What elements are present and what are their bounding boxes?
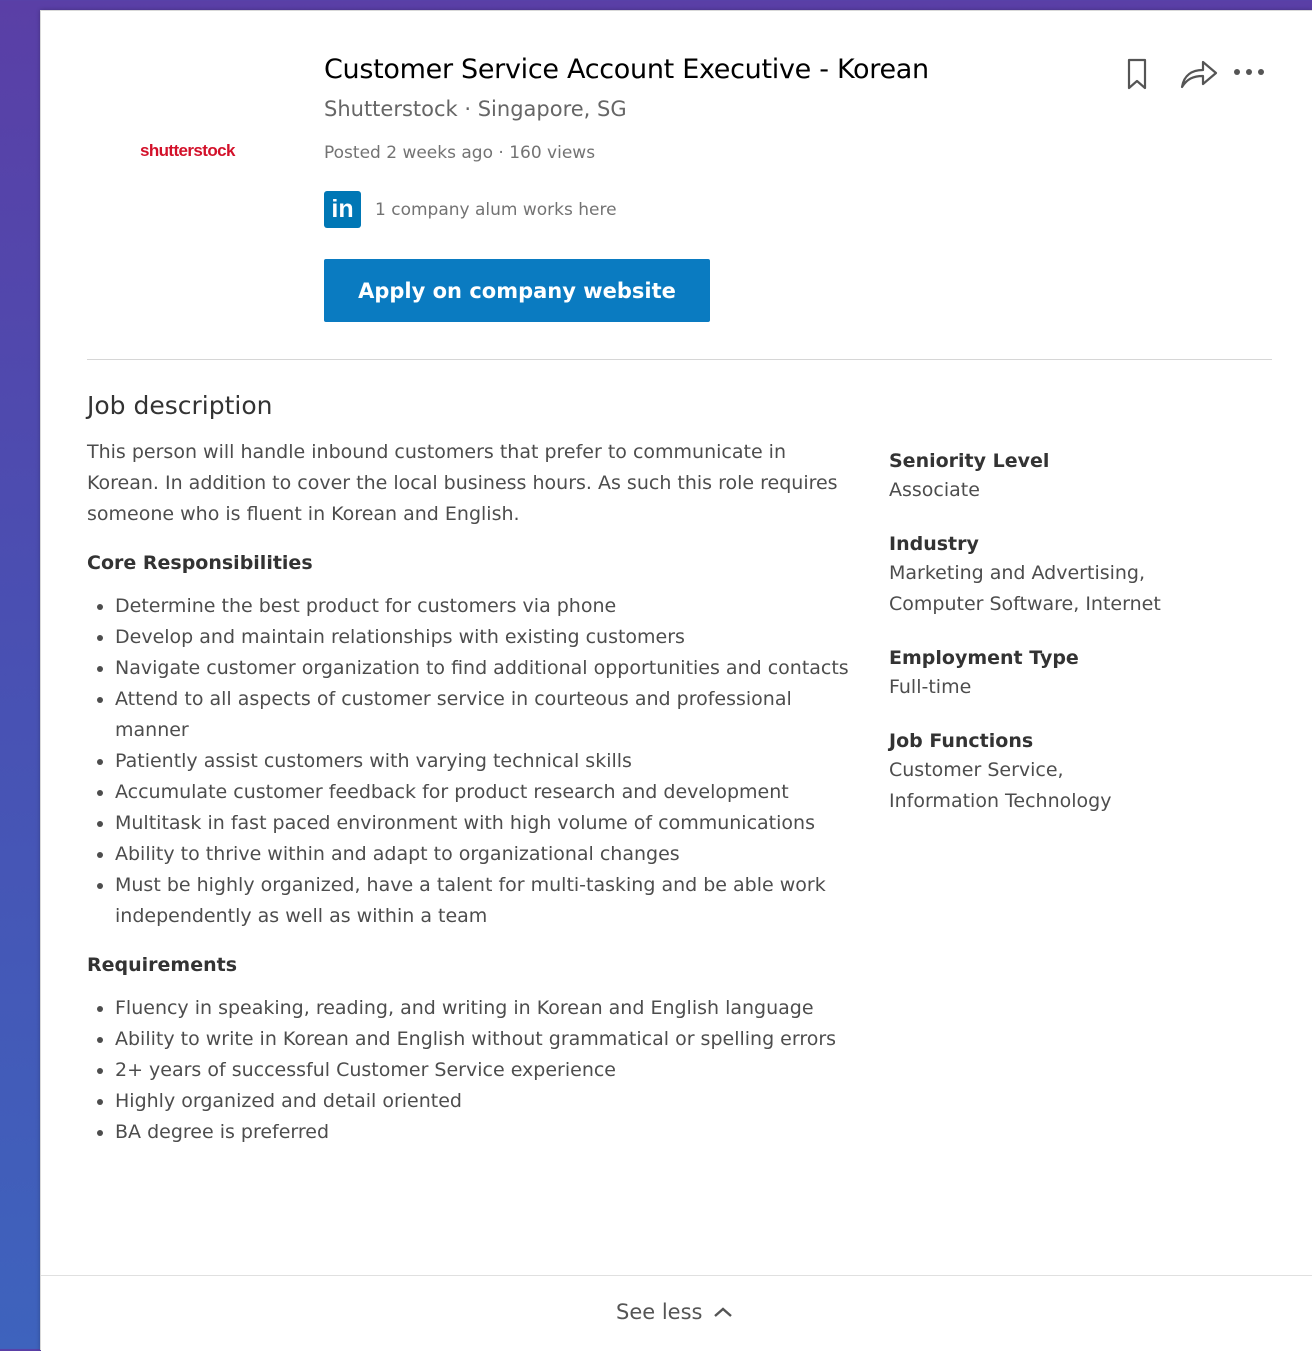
list-item: Highly organized and detail oriented bbox=[115, 1086, 857, 1117]
see-less-label: See less bbox=[616, 1300, 703, 1324]
section-divider bbox=[87, 359, 1272, 360]
criteria-value: Marketing and Advertising, Computer Soft… bbox=[889, 562, 1161, 615]
linkedin-icon: in bbox=[324, 191, 361, 228]
responsibilities-list: Determine the best product for customers… bbox=[87, 591, 857, 932]
job-title: Customer Service Account Executive - Kor… bbox=[324, 54, 929, 85]
list-item: Navigate customer organization to find a… bbox=[115, 653, 857, 684]
alum-badge: in 1 company alum works here bbox=[324, 191, 617, 228]
criteria-label: Employment Type bbox=[889, 647, 1079, 669]
requirements-list: Fluency in speaking, reading, and writin… bbox=[87, 993, 857, 1148]
see-less-button[interactable]: See less bbox=[616, 1300, 734, 1324]
share-icon[interactable] bbox=[1179, 57, 1218, 91]
criteria-label: Job Functions bbox=[889, 730, 1034, 752]
list-item: Multitask in fast paced environment with… bbox=[115, 808, 857, 839]
job-actions bbox=[1121, 57, 1265, 91]
job-description-heading: Job description bbox=[87, 391, 273, 420]
company-location: Shutterstock · Singapore, SG bbox=[324, 97, 627, 121]
list-item: Must be highly organized, have a talent … bbox=[115, 870, 857, 932]
criteria-value: Full-time bbox=[889, 676, 972, 698]
criteria-value: Associate bbox=[889, 479, 980, 501]
criteria-seniority: Seniority Level Associate bbox=[889, 447, 1219, 506]
criteria-label: Industry bbox=[889, 533, 979, 555]
card-footer: See less bbox=[41, 1275, 1312, 1351]
job-criteria: Seniority Level Associate Industry Marke… bbox=[889, 447, 1219, 841]
company-logo[interactable]: shutterstock bbox=[140, 141, 235, 161]
requirements-heading: Requirements bbox=[87, 954, 238, 976]
responsibilities-heading: Core Responsibilities bbox=[87, 552, 313, 574]
bookmark-icon[interactable] bbox=[1121, 57, 1155, 91]
criteria-label: Seniority Level bbox=[889, 450, 1050, 472]
apply-button[interactable]: Apply on company website bbox=[324, 259, 710, 322]
description-intro: This person will handle inbound customer… bbox=[87, 441, 838, 525]
list-item: Ability to thrive within and adapt to or… bbox=[115, 839, 857, 870]
alum-text: 1 company alum works here bbox=[375, 199, 617, 220]
list-item: BA degree is preferred bbox=[115, 1117, 857, 1148]
list-item: Accumulate customer feedback for product… bbox=[115, 777, 857, 808]
criteria-employment-type: Employment Type Full-time bbox=[889, 644, 1219, 703]
posting-meta: Posted 2 weeks ago · 160 views bbox=[324, 143, 596, 163]
list-item: 2+ years of successful Customer Service … bbox=[115, 1055, 857, 1086]
job-description: This person will handle inbound customer… bbox=[87, 437, 857, 1162]
list-item: Determine the best product for customers… bbox=[115, 591, 857, 622]
list-item: Ability to write in Korean and English w… bbox=[115, 1024, 857, 1055]
criteria-industry: Industry Marketing and Advertising, Comp… bbox=[889, 530, 1219, 620]
list-item: Patiently assist customers with varying … bbox=[115, 746, 857, 777]
criteria-job-functions: Job Functions Customer Service, Informat… bbox=[889, 727, 1219, 817]
criteria-value: Customer Service, Information Technology bbox=[889, 759, 1112, 812]
list-item: Fluency in speaking, reading, and writin… bbox=[115, 993, 857, 1024]
job-card: shutterstock Customer Service Account Ex… bbox=[40, 10, 1312, 1351]
chevron-up-icon bbox=[714, 1307, 733, 1317]
list-item: Attend to all aspects of customer servic… bbox=[115, 684, 857, 746]
more-icon[interactable] bbox=[1231, 57, 1265, 91]
list-item: Develop and maintain relationships with … bbox=[115, 622, 857, 653]
